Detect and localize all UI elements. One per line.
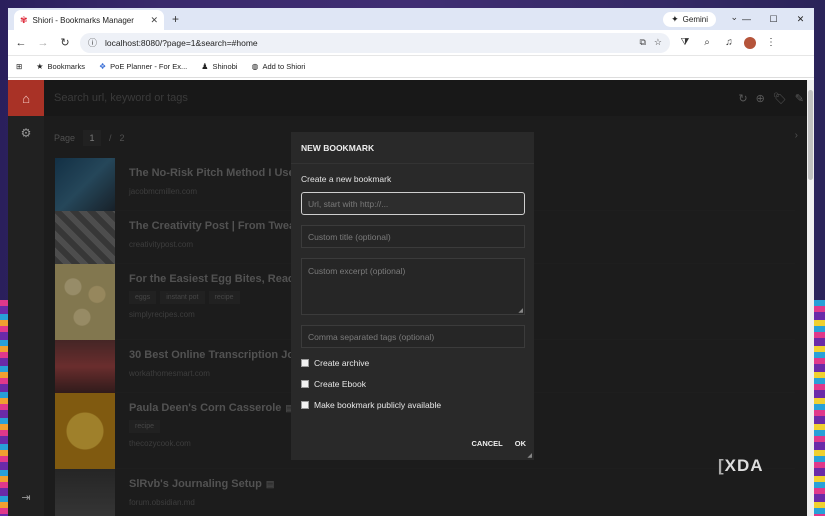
profile-avatar[interactable]	[744, 36, 756, 49]
bookmark-item-shinobi[interactable]: ♟ Shinobi	[201, 62, 237, 71]
new-bookmark-dialog: NEW BOOKMARK Create a new bookmark Url, …	[291, 132, 534, 460]
sidebar: ⌂ ⚙ ⇥	[8, 80, 44, 516]
checkbox-label: Make bookmark publicly available	[314, 400, 442, 410]
create-ebook-checkbox[interactable]: Create Ebook	[301, 379, 524, 389]
checkbox-label: Create Ebook	[314, 379, 366, 389]
tags-input[interactable]: Comma separated tags (optional)	[301, 325, 525, 348]
browser-toolbar: ← → ↻ ⓘ localhost:8080/?page=1&search=#h…	[8, 30, 814, 56]
install-app-icon[interactable]: ⧉	[639, 37, 645, 48]
bookmark-item-add-to-shiori[interactable]: ◍ Add to Shiori	[251, 62, 305, 71]
shinobi-icon: ♟	[201, 62, 209, 71]
star-icon: ★	[36, 62, 44, 71]
extensions-icon[interactable]: ⧩	[678, 37, 692, 48]
bookmarks-bar: ⊞ ★ Bookmarks ❖ PoE Planner - For Ex... …	[8, 56, 814, 78]
dialog-resize-icon: ◢	[527, 453, 532, 459]
tab-search-icon[interactable]: ⌕	[700, 37, 714, 48]
menu-kebab-icon[interactable]: ⋮	[764, 37, 778, 48]
cancel-button[interactable]: CANCEL	[472, 439, 503, 448]
scrollbar-thumb[interactable]	[808, 90, 813, 180]
maximize-icon[interactable]: ☐	[760, 8, 787, 30]
url-input[interactable]: Url, start with http://...	[301, 192, 525, 215]
shiori-app: ⌂ ⚙ ⇥ Search url, keyword or tags ↻ ⊕ 🏷 …	[8, 80, 814, 516]
reload-icon[interactable]: ↻	[58, 36, 72, 49]
resize-handle-icon[interactable]: ◢	[518, 307, 523, 314]
tab-title: Shiori - Bookmarks Manager	[32, 15, 134, 25]
close-window-icon[interactable]: ✕	[787, 8, 814, 30]
new-tab-button[interactable]: +	[172, 12, 179, 26]
apps-grid-icon[interactable]: ⊞	[16, 62, 22, 71]
excerpt-placeholder: Custom excerpt (optional)	[308, 266, 406, 276]
close-tab-icon[interactable]: ✕	[150, 15, 158, 26]
bookmark-label: Add to Shiori	[262, 62, 306, 71]
dialog-subtitle: Create a new bookmark	[301, 174, 392, 184]
minimize-icon[interactable]: —	[733, 8, 760, 30]
forward-icon[interactable]: →	[36, 37, 50, 49]
bookmark-label: Bookmarks	[47, 62, 85, 71]
address-bar[interactable]: ⓘ localhost:8080/?page=1&search=#home ⧉ …	[80, 32, 670, 53]
media-icon[interactable]: ♫	[722, 37, 736, 48]
bookmark-label: Shinobi	[212, 62, 238, 71]
watermark-text: XDA	[724, 456, 764, 475]
tab-strip: ✾ Shiori - Bookmarks Manager ✕ + ✦ Gemin…	[8, 8, 814, 30]
bookmark-item-bookmarks[interactable]: ★ Bookmarks	[36, 62, 85, 71]
gear-icon[interactable]: ⚙	[8, 126, 44, 140]
bookmark-item-poe[interactable]: ❖ PoE Planner - For Ex...	[99, 62, 187, 71]
browser-window: ✾ Shiori - Bookmarks Manager ✕ + ✦ Gemin…	[8, 8, 814, 516]
tab-shiori[interactable]: ✾ Shiori - Bookmarks Manager ✕	[14, 10, 164, 30]
checkbox-label: Create archive	[314, 358, 370, 368]
ok-button[interactable]: OK	[515, 439, 526, 448]
checkbox-box[interactable]	[301, 359, 309, 367]
window-controls: — ☐ ✕	[733, 8, 814, 30]
page-scrollbar[interactable]	[807, 80, 814, 516]
poe-icon: ❖	[98, 62, 107, 71]
dialog-title: NEW BOOKMARK	[291, 132, 534, 164]
custom-title-input[interactable]: Custom title (optional)	[301, 225, 525, 248]
logout-icon[interactable]: ⇥	[8, 491, 44, 504]
back-icon[interactable]: ←	[14, 37, 28, 49]
bookmark-star-icon[interactable]: ☆	[654, 37, 662, 48]
gemini-label: Gemini	[682, 15, 708, 24]
checkbox-box[interactable]	[301, 401, 309, 409]
create-archive-checkbox[interactable]: Create archive	[301, 358, 524, 368]
custom-excerpt-textarea[interactable]: Custom excerpt (optional) ◢	[301, 258, 525, 315]
checkbox-box[interactable]	[301, 380, 309, 388]
site-info-icon[interactable]: ⓘ	[88, 36, 97, 49]
dialog-actions: CANCEL OK	[472, 439, 527, 448]
bookmark-label: PoE Planner - For Ex...	[110, 62, 188, 71]
home-icon[interactable]: ⌂	[8, 80, 44, 116]
watermark-logo: [XDA	[718, 456, 764, 475]
gemini-button[interactable]: ✦ Gemini	[663, 12, 716, 27]
globe-icon: ◍	[251, 62, 259, 71]
gemini-icon: ✦	[671, 14, 679, 24]
address-url[interactable]: localhost:8080/?page=1&search=#home	[105, 38, 631, 48]
public-bookmark-checkbox[interactable]: Make bookmark publicly available	[301, 400, 524, 410]
shiori-favicon-icon: ✾	[20, 14, 28, 25]
